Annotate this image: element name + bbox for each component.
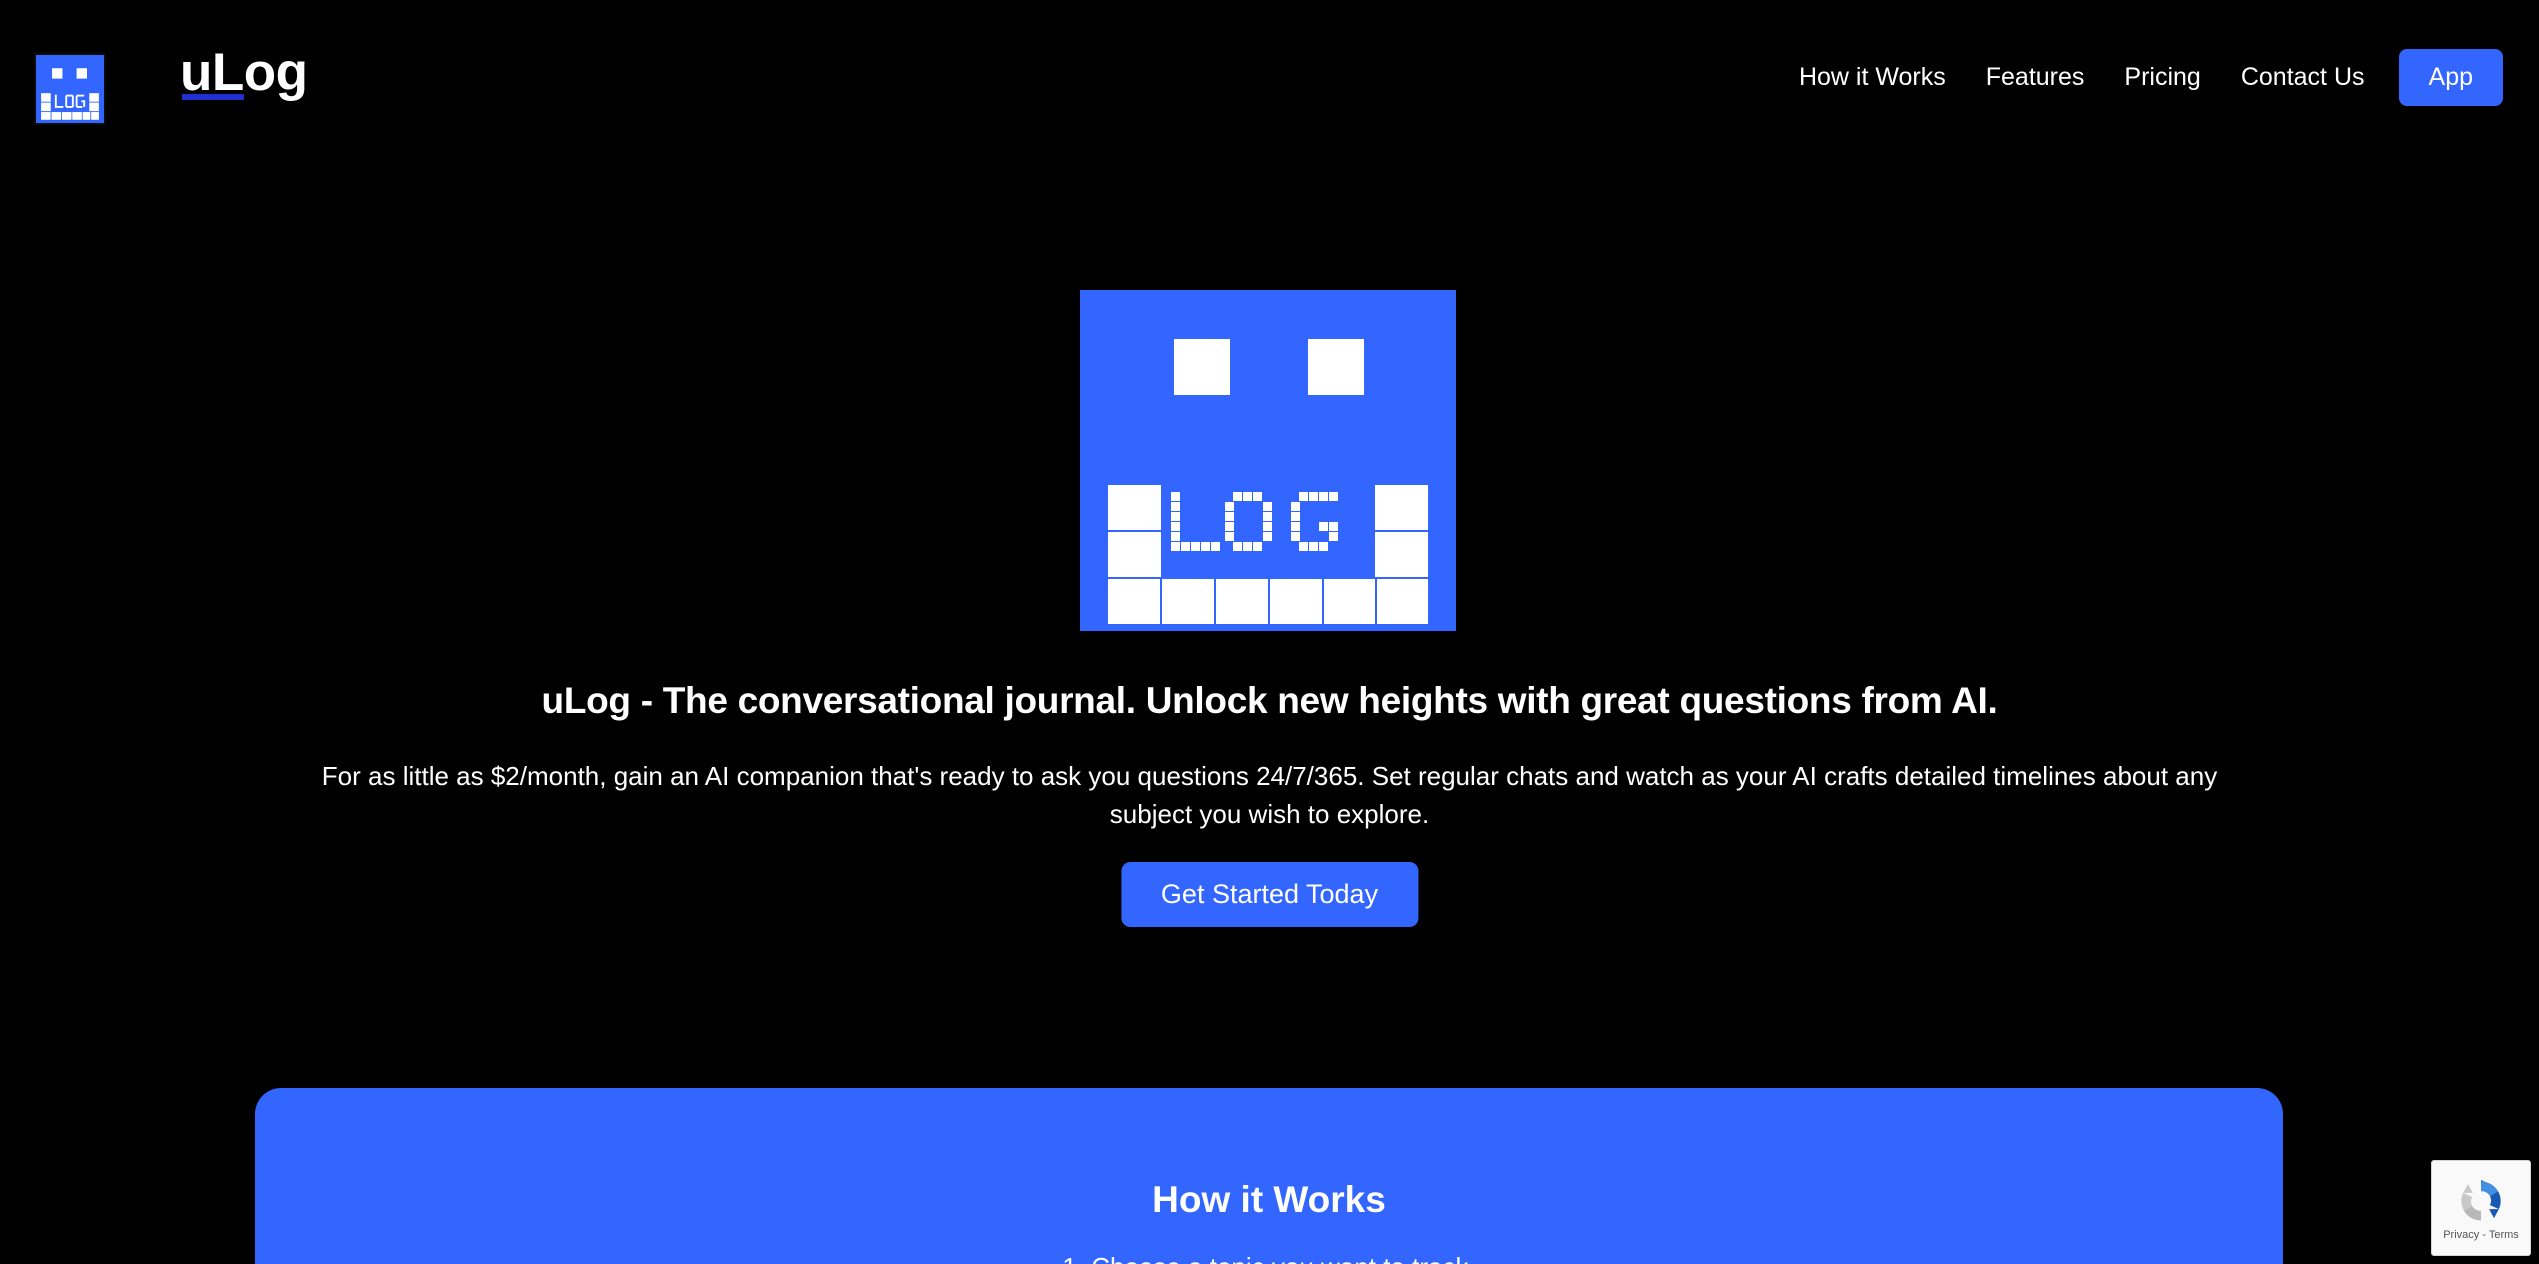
main-nav: How it Works Features Pricing Contact Us…	[1779, 0, 2503, 155]
brand-wordmark-wrap[interactable]: uLog	[180, 43, 308, 102]
how-it-works-section: How it Works 1. Choose a topic you want …	[255, 1088, 2283, 1264]
mouth-block	[1269, 578, 1323, 625]
mouth-block	[1374, 531, 1429, 578]
mouth-block	[1107, 484, 1162, 531]
how-it-works-title: How it Works	[1152, 1179, 1386, 1220]
nav-item-contact-us[interactable]: Contact Us	[2221, 65, 2385, 90]
robot-eye-left-icon	[1174, 339, 1230, 395]
mouth-block	[1161, 578, 1215, 625]
hero-ulog-robot-logo-icon	[1080, 290, 1456, 631]
wordmark-underline	[182, 94, 244, 100]
hero-subtitle: For as little as $2/month, gain an AI co…	[321, 761, 2218, 830]
brand-wordmark: uLog	[180, 43, 308, 102]
mouth-block	[1374, 484, 1429, 531]
nav-item-how-it-works[interactable]: How it Works	[1779, 65, 1966, 90]
how-it-works-step-1: 1. Choose a topic you want to track.	[255, 1254, 2283, 1264]
mouth-block	[1376, 578, 1429, 625]
robot-mouth	[1107, 484, 1429, 625]
nav-item-pricing[interactable]: Pricing	[2104, 65, 2220, 90]
recaptcha-privacy-terms[interactable]: Privacy - Terms	[2443, 1229, 2519, 1241]
site-header: uLog How it Works Features Pricing Conta…	[0, 0, 2539, 155]
robot-eye-right-icon	[1308, 339, 1364, 395]
get-started-button[interactable]: Get Started Today	[1120, 862, 1419, 927]
page-root: uLog How it Works Features Pricing Conta…	[0, 0, 2539, 1264]
mouth-block	[1323, 578, 1376, 625]
pixel-log-text	[1169, 492, 1369, 575]
mouth-block	[1107, 578, 1161, 625]
recaptcha-badge[interactable]: Privacy - Terms	[2431, 1160, 2531, 1256]
hero-title: uLog - The conversational journal. Unloc…	[541, 680, 1998, 721]
ulog-robot-logo-icon[interactable]	[34, 53, 106, 125]
mouth-block	[1107, 531, 1162, 578]
mouth-block	[1215, 578, 1269, 625]
recaptcha-icon	[2455, 1175, 2507, 1227]
app-button[interactable]: App	[2398, 49, 2503, 106]
nav-item-features[interactable]: Features	[1966, 65, 2105, 90]
